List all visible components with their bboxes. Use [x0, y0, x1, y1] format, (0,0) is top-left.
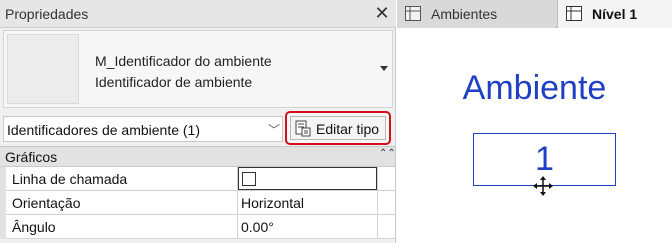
type-name: Identificador de ambiente — [95, 74, 253, 90]
property-row-angle[interactable]: Ângulo 0.00° — [0, 215, 395, 239]
property-label: Linha de chamada — [12, 171, 128, 187]
property-value-cell[interactable] — [238, 167, 377, 190]
edit-type-button[interactable]: Editar tipo — [290, 116, 386, 140]
properties-title-bar: Propriedades ✕ — [0, 0, 396, 28]
close-icon[interactable]: ✕ — [372, 2, 392, 24]
properties-title: Propriedades — [5, 6, 89, 22]
properties-grid: Linha de chamada Orientação Horizontal Â… — [0, 167, 395, 239]
tab-label: Ambientes — [431, 6, 498, 22]
tab-ambientes[interactable]: Ambientes — [397, 0, 555, 28]
drawing-area[interactable]: Ambiente 1 — [397, 29, 672, 243]
room-number: 1 — [535, 140, 554, 178]
tab-label: Nível 1 — [592, 6, 638, 22]
collapse-icon[interactable]: ⌃⌃ — [379, 148, 396, 159]
view-tab-bar: Ambientes Nível 1 — [397, 0, 672, 28]
edit-type-highlight: Editar tipo — [285, 111, 391, 145]
type-family-name: M_Identificador do ambiente — [95, 53, 272, 69]
leader-checkbox[interactable] — [242, 172, 256, 186]
properties-palette: Propriedades ✕ M_Identificador do ambien… — [0, 0, 396, 243]
room-name-label[interactable]: Ambiente — [397, 69, 672, 108]
property-value[interactable]: 0.00° — [241, 219, 274, 235]
view-icon — [405, 6, 421, 21]
move-handle-icon[interactable] — [533, 176, 553, 196]
property-value[interactable]: Horizontal — [241, 195, 304, 211]
type-selector[interactable]: M_Identificador do ambiente Identificado… — [3, 30, 393, 108]
view-icon — [566, 6, 582, 21]
group-name: Gráficos — [5, 149, 58, 165]
property-label: Orientação — [12, 195, 81, 211]
tab-nivel-1[interactable]: Nível 1 — [557, 0, 672, 28]
property-label: Ângulo — [12, 219, 56, 235]
group-header-graphics[interactable]: Gráficos ⌃⌃ — [0, 146, 396, 167]
edit-type-icon — [295, 120, 311, 137]
instance-filter-dropdown[interactable]: Identificadores de ambiente (1) ﹀ — [3, 116, 283, 142]
chevron-down-icon[interactable]: ﹀ — [268, 121, 280, 138]
edit-type-label: Editar tipo — [316, 121, 380, 137]
property-row-orientation[interactable]: Orientação Horizontal — [0, 191, 395, 215]
caret-down-icon[interactable] — [380, 66, 388, 71]
type-preview-image — [7, 34, 79, 104]
property-row-leader[interactable]: Linha de chamada — [0, 167, 395, 191]
instance-filter-value: Identificadores de ambiente (1) — [7, 122, 200, 138]
